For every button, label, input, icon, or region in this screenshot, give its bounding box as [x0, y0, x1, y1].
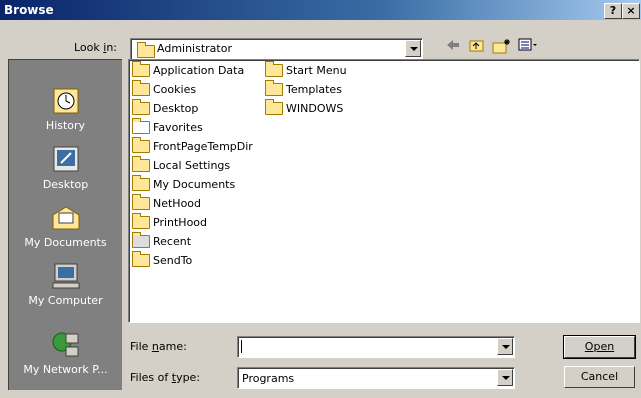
folder-icon [132, 60, 150, 77]
folder-icon [265, 79, 283, 96]
places-bar: History Desktop My Documents My Computer… [8, 59, 122, 390]
list-item[interactable]: Local Settings [132, 155, 230, 175]
my-computer-icon [52, 263, 79, 289]
files-of-type-value: Programs [242, 372, 295, 385]
place-desktop-label: Desktop [42, 178, 89, 191]
file-name-label: File name: [130, 340, 187, 353]
file-name-dropdown-button[interactable] [497, 338, 513, 355]
up-folder-icon[interactable] [469, 38, 485, 52]
cancel-button[interactable]: Cancel [564, 366, 635, 388]
folder-icon [132, 174, 150, 191]
open-button-label: Open [584, 340, 615, 353]
list-item[interactable]: WINDOWS [265, 98, 343, 118]
my-network-places-icon [52, 332, 78, 357]
folder-icon [132, 193, 150, 210]
help-button[interactable]: ? [604, 3, 622, 19]
folder-icon [132, 212, 150, 229]
list-item[interactable]: Templates [265, 79, 342, 99]
files-of-type-dropdown-button[interactable] [497, 369, 513, 386]
folder-icon [132, 98, 150, 115]
text-caret [241, 340, 242, 353]
favorites-folder-icon [132, 117, 150, 134]
list-item[interactable]: SendTo [132, 250, 192, 270]
list-item[interactable]: Cookies [132, 79, 196, 99]
close-button[interactable]: × [622, 3, 640, 19]
list-item[interactable]: Start Menu [265, 60, 347, 80]
folder-icon [132, 250, 150, 267]
folder-icon [132, 155, 150, 172]
folder-icon [265, 98, 283, 115]
look-in-dropdown-button[interactable] [405, 40, 421, 57]
back-arrow-icon[interactable] [445, 38, 461, 52]
look-in-combo[interactable]: Administrator [130, 38, 423, 61]
place-my-network-places-label: My Network P... [23, 363, 108, 376]
place-my-computer-label: My Computer [28, 294, 103, 307]
list-item[interactable]: My Documents [132, 174, 235, 194]
new-folder-icon[interactable] [492, 38, 512, 54]
place-my-network-places[interactable]: My Network P... [9, 330, 122, 376]
views-menu-icon[interactable] [518, 38, 540, 52]
list-item[interactable]: Recent [132, 231, 191, 251]
browse-dialog: Browse ? × Look in: Administrator Histor… [0, 0, 641, 398]
open-folder-icon [137, 42, 155, 58]
list-item[interactable]: FrontPageTempDir [132, 136, 253, 156]
folder-icon [132, 79, 150, 96]
folder-icon [132, 136, 150, 153]
file-list[interactable]: Application Data Cookies Desktop Favorit… [128, 59, 640, 323]
look-in-label: Look in: [74, 41, 118, 54]
file-name-combo[interactable] [237, 336, 515, 358]
desktop-icon [53, 146, 78, 172]
list-item[interactable]: Favorites [132, 117, 203, 137]
place-my-documents[interactable]: My Documents [9, 203, 122, 249]
place-my-documents-label: My Documents [24, 236, 107, 249]
list-item[interactable]: NetHood [132, 193, 201, 213]
title-bar[interactable]: Browse ? × [0, 0, 641, 20]
recent-folder-icon [132, 231, 150, 248]
list-item[interactable]: Desktop [132, 98, 198, 118]
history-icon [53, 88, 78, 114]
place-history-label: History [45, 119, 86, 132]
dialog-title: Browse [4, 3, 54, 17]
place-desktop[interactable]: Desktop [9, 145, 122, 191]
place-history[interactable]: History [9, 86, 122, 132]
open-button[interactable]: Open [563, 335, 636, 359]
list-item[interactable]: Application Data [132, 60, 244, 80]
look-in-value: Administrator [157, 42, 232, 55]
place-my-computer[interactable]: My Computer [9, 261, 122, 307]
list-item[interactable]: PrintHood [132, 212, 207, 232]
files-of-type-label: Files of type: [130, 371, 201, 384]
folder-icon [265, 60, 283, 77]
files-of-type-combo[interactable]: Programs [237, 367, 515, 389]
my-documents-icon [52, 206, 79, 230]
